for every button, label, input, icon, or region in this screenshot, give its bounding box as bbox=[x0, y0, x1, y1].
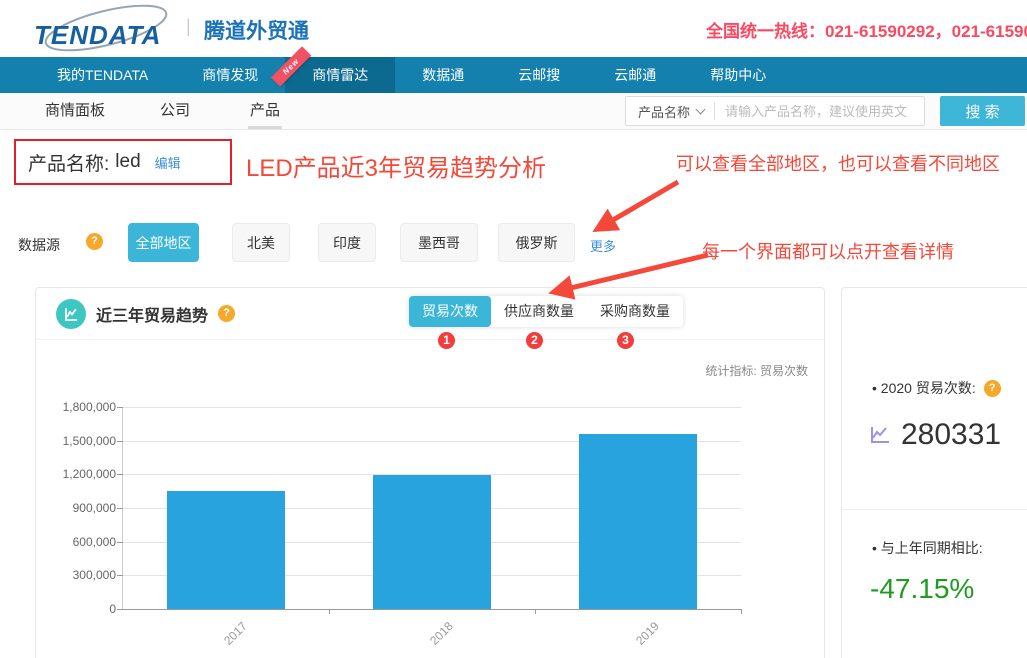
chart-y-tick bbox=[117, 609, 123, 610]
chart-x-tick-label: 2018 bbox=[427, 619, 456, 648]
chart-y-tick bbox=[117, 508, 123, 509]
annotation-detail-note: 每一个界面都可以点开查看详情 bbox=[702, 238, 954, 264]
nav-item-radar-label: 商情雷达 bbox=[312, 67, 368, 83]
product-name-value: led bbox=[115, 151, 140, 173]
tab-buyer-count[interactable]: 采购商数量 bbox=[587, 296, 683, 327]
logo-subtitle: 腾道外贸通 bbox=[204, 15, 309, 45]
annotation-regions-note: 可以查看全部地区，也可以查看不同地区 bbox=[676, 150, 1000, 176]
stat-2020-help-icon[interactable]: ? bbox=[984, 380, 1001, 397]
logo-divider: | bbox=[186, 16, 191, 37]
app-root: TENDATA | 腾道外贸通 全国统一热线：021-61590292，021-… bbox=[0, 0, 1027, 658]
stat-yoy-label: • 与上年同期相比: bbox=[872, 538, 983, 558]
chart-y-tick-label: 900,000 bbox=[36, 501, 116, 515]
subnav-item-company[interactable]: 公司 bbox=[160, 93, 190, 129]
product-name-label: 产品名称: bbox=[28, 149, 109, 176]
nav-item-my-tendata[interactable]: 我的TENDATA bbox=[30, 57, 175, 93]
nav-item-cloud-mail-search[interactable]: 云邮搜 bbox=[491, 57, 587, 93]
chart-x-tick-label: 2017 bbox=[221, 619, 250, 648]
more-regions-link[interactable]: 更多 bbox=[590, 236, 616, 255]
chart-bar-2018[interactable] bbox=[373, 475, 491, 609]
chart-x-tick-label: 2019 bbox=[633, 619, 662, 648]
bar-chart-area: 0 300,000 600,000 900,000 1,200,000 1,500,000… bbox=[36, 398, 826, 658]
chart-bar-2019[interactable] bbox=[579, 434, 697, 609]
chart-y-tick bbox=[117, 575, 123, 576]
hotline-text: 全国统一热线：021-61590292，021-61590275 bbox=[706, 17, 1027, 42]
trend-chart-card: 近三年贸易趋势 ? 贸易次数 供应商数量 采购商数量 1 2 3 统计指标: 贸… bbox=[35, 287, 825, 658]
bar-chart-plot: 201720182019 bbox=[123, 407, 741, 609]
top-header: TENDATA | 腾道外贸通 全国统一热线：021-61590292，021-… bbox=[0, 0, 1027, 57]
nav-item-cloud-mail[interactable]: 云邮通 bbox=[587, 57, 683, 93]
search-box: 产品名称 bbox=[625, 96, 925, 126]
chart-x-tick bbox=[741, 609, 742, 614]
chart-y-tick-label: 0 bbox=[36, 602, 116, 616]
nav-item-discovery[interactable]: 商情发现 bbox=[175, 57, 285, 93]
stat-2020-value: 280331 bbox=[901, 418, 1001, 452]
chart-x-tick bbox=[329, 609, 330, 614]
metric-tabs: 贸易次数 供应商数量 采购商数量 bbox=[409, 296, 683, 327]
search-input[interactable] bbox=[715, 98, 924, 124]
region-button-north-america[interactable]: 北美 bbox=[232, 223, 290, 262]
step-badge-3: 3 bbox=[617, 332, 634, 349]
trend-help-icon[interactable]: ? bbox=[218, 305, 235, 322]
chart-y-tick-label: 600,000 bbox=[36, 535, 116, 549]
stat-2020-label-row: • 2020 贸易次数: ? bbox=[872, 378, 1001, 398]
summary-card: • 2020 贸易次数: ? 280331 • 与上年同期相比: -47.15% bbox=[841, 287, 1027, 658]
tab-supplier-count[interactable]: 供应商数量 bbox=[491, 296, 587, 327]
stat-yoy-value: -47.15% bbox=[870, 573, 974, 605]
main-navbar: 我的TENDATA 商情发现 New 商情雷达 数据通 云邮搜 云邮通 帮助中心 bbox=[0, 57, 1027, 93]
chart-y-tick bbox=[117, 407, 123, 408]
nav-item-radar[interactable]: New 商情雷达 bbox=[285, 57, 395, 93]
edit-link[interactable]: 编辑 bbox=[155, 153, 181, 172]
arrow-to-tabs-icon bbox=[558, 255, 708, 291]
stat-indicator-label: 统计指标: 贸易次数 bbox=[705, 362, 808, 379]
step-badge-2: 2 bbox=[526, 332, 543, 349]
region-button-all[interactable]: 全部地区 bbox=[128, 223, 199, 262]
chart-gridline bbox=[123, 407, 741, 408]
logo-text: TENDATA bbox=[34, 20, 161, 51]
stat-2020-value-row: 280331 bbox=[868, 418, 1001, 452]
chart-y-tick-label: 300,000 bbox=[36, 568, 116, 582]
summary-divider bbox=[842, 509, 1027, 510]
search-button[interactable]: 搜 索 bbox=[940, 96, 1025, 126]
chart-y-tick-label: 1,500,000 bbox=[36, 434, 116, 448]
tab-trade-count[interactable]: 贸易次数 bbox=[409, 296, 491, 327]
chart-y-tick bbox=[117, 441, 123, 442]
chart-x-tick bbox=[535, 609, 536, 614]
region-button-india[interactable]: 印度 bbox=[318, 223, 376, 262]
datasource-label: 数据源 bbox=[18, 235, 60, 255]
subnav-item-dashboard[interactable]: 商情面板 bbox=[45, 93, 105, 129]
step-badge-1: 1 bbox=[438, 332, 455, 349]
region-button-russia[interactable]: 俄罗斯 bbox=[498, 223, 575, 262]
datasource-help-icon[interactable]: ? bbox=[86, 233, 103, 250]
nav-item-help-center[interactable]: 帮助中心 bbox=[683, 57, 793, 93]
product-name-box: 产品名称: led 编辑 bbox=[14, 139, 232, 185]
subnav-item-product[interactable]: 产品 bbox=[250, 93, 280, 129]
chart-y-tick-label: 1,800,000 bbox=[36, 400, 116, 414]
sub-navbar: 商情面板 公司 产品 产品名称 搜 索 bbox=[0, 93, 1027, 130]
arrow-to-more-icon bbox=[601, 182, 678, 227]
chart-bar-2017[interactable] bbox=[167, 491, 285, 609]
region-button-mexico[interactable]: 墨西哥 bbox=[400, 223, 478, 262]
chart-y-tick bbox=[117, 474, 123, 475]
chart-y-tick-label: 1,200,000 bbox=[36, 467, 116, 481]
search-category-label: 产品名称 bbox=[638, 102, 690, 121]
tendata-logo[interactable]: TENDATA bbox=[28, 8, 178, 50]
line-chart-icon bbox=[56, 299, 86, 329]
chart-gridline bbox=[123, 609, 741, 610]
nav-item-datatong[interactable]: 数据通 bbox=[395, 57, 491, 93]
chevron-down-icon bbox=[696, 104, 706, 114]
chart-y-tick bbox=[117, 542, 123, 543]
search-category-select[interactable]: 产品名称 bbox=[626, 102, 714, 121]
stat-2020-label: • 2020 贸易次数: bbox=[872, 378, 976, 398]
annotation-title: LED产品近3年贸易趋势分析 bbox=[246, 148, 546, 183]
purple-line-chart-icon bbox=[868, 423, 892, 447]
trend-card-title: 近三年贸易趋势 bbox=[96, 302, 208, 326]
